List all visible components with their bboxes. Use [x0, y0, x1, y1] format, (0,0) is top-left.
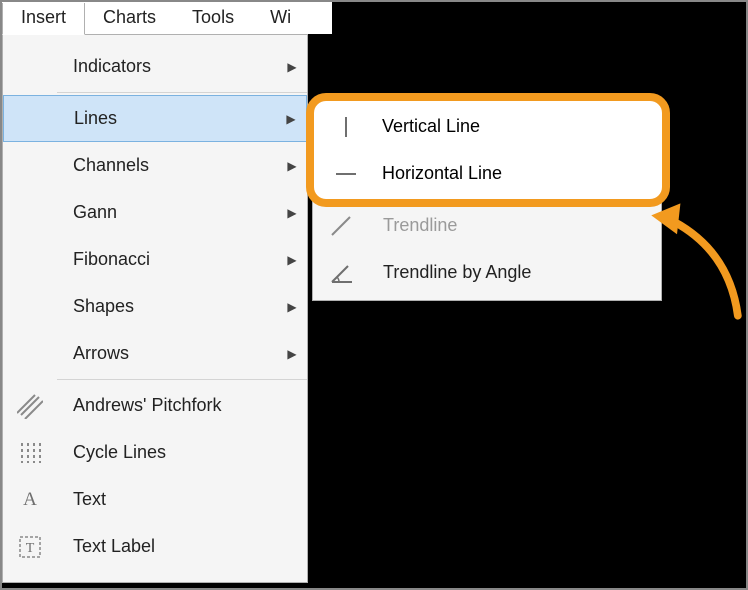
menu-item-label: Gann [73, 202, 117, 222]
menu-separator [57, 379, 307, 380]
submenu-arrow-icon: ▶ [277, 253, 307, 267]
menu-item-shapes[interactable]: Shapes ▶ [3, 283, 307, 330]
menu-window-partial[interactable]: Wi [252, 2, 299, 34]
menu-item-label: Andrews' Pitchfork [73, 395, 222, 415]
menu-item-gann[interactable]: Gann ▶ [3, 189, 307, 236]
cycle-lines-icon [17, 440, 43, 466]
menu-item-lines[interactable]: Lines ▶ [3, 95, 307, 142]
menu-item-label: Lines [74, 108, 117, 128]
menu-item-label: Cycle Lines [73, 442, 166, 462]
submenu-arrow-icon: ▶ [277, 159, 307, 173]
menu-item-indicators[interactable]: Indicators ▶ [3, 43, 307, 90]
submenu-arrow-icon: ▶ [276, 112, 306, 126]
submenu-arrow-icon: ▶ [277, 300, 307, 314]
menu-item-label: Text [73, 489, 106, 509]
text-icon: A [23, 489, 37, 511]
menu-item-text-label[interactable]: T Text Label [3, 523, 307, 570]
menu-charts[interactable]: Charts [85, 2, 174, 34]
horizontal-line-icon [328, 166, 354, 192]
svg-text:T: T [26, 541, 35, 556]
menu-label: Charts [103, 7, 156, 28]
menu-item-label: Indicators [73, 56, 151, 76]
menu-label: Insert [21, 7, 66, 28]
submenu-item-horizontal-line[interactable]: Horizontal Line [313, 155, 661, 202]
menu-item-label: Arrows [73, 343, 129, 363]
trendline-icon [328, 213, 354, 239]
menu-item-cycle-lines[interactable]: Cycle Lines [3, 429, 307, 476]
menu-item-fibonacci[interactable]: Fibonacci ▶ [3, 236, 307, 283]
submenu-label: Vertical Line [383, 121, 481, 141]
submenu-item-vertical-line[interactable]: Vertical Line [313, 108, 661, 155]
menu-tools[interactable]: Tools [174, 2, 252, 34]
text-label-icon: T [17, 534, 43, 560]
menu-item-label: Text Label [73, 536, 155, 556]
insert-dropdown: Indicators ▶ Lines ▶ Channels ▶ Gann ▶ F… [2, 34, 308, 583]
vertical-line-icon [328, 119, 354, 145]
submenu-arrow-icon: ▶ [277, 347, 307, 361]
submenu-item-trendline[interactable]: Trendline [313, 202, 661, 249]
menu-separator [57, 92, 307, 93]
pitchfork-icon [17, 393, 43, 419]
menu-item-channels[interactable]: Channels ▶ [3, 142, 307, 189]
menubar: Insert Charts Tools Wi [2, 2, 332, 34]
menu-item-text[interactable]: A Text [3, 476, 307, 523]
lines-submenu: Vertical Line Horizontal Line Trendline … [312, 103, 662, 301]
menu-item-label: Fibonacci [73, 249, 150, 269]
submenu-label: Trendline by Angle [383, 262, 531, 282]
submenu-label: Horizontal Line [383, 168, 503, 188]
submenu-item-trendline-by-angle[interactable]: Trendline by Angle [313, 249, 661, 296]
menu-item-label: Channels [73, 155, 149, 175]
menu-label: Tools [192, 7, 234, 28]
menu-label: Wi [270, 7, 291, 28]
menu-item-label: Shapes [73, 296, 134, 316]
submenu-arrow-icon: ▶ [277, 60, 307, 74]
submenu-arrow-icon: ▶ [277, 206, 307, 220]
menu-item-arrows[interactable]: Arrows ▶ [3, 330, 307, 377]
menu-insert[interactable]: Insert [2, 3, 85, 35]
menu-item-andrews-pitchfork[interactable]: Andrews' Pitchfork [3, 382, 307, 429]
angle-icon [328, 260, 354, 286]
submenu-label: Trendline [383, 215, 457, 235]
